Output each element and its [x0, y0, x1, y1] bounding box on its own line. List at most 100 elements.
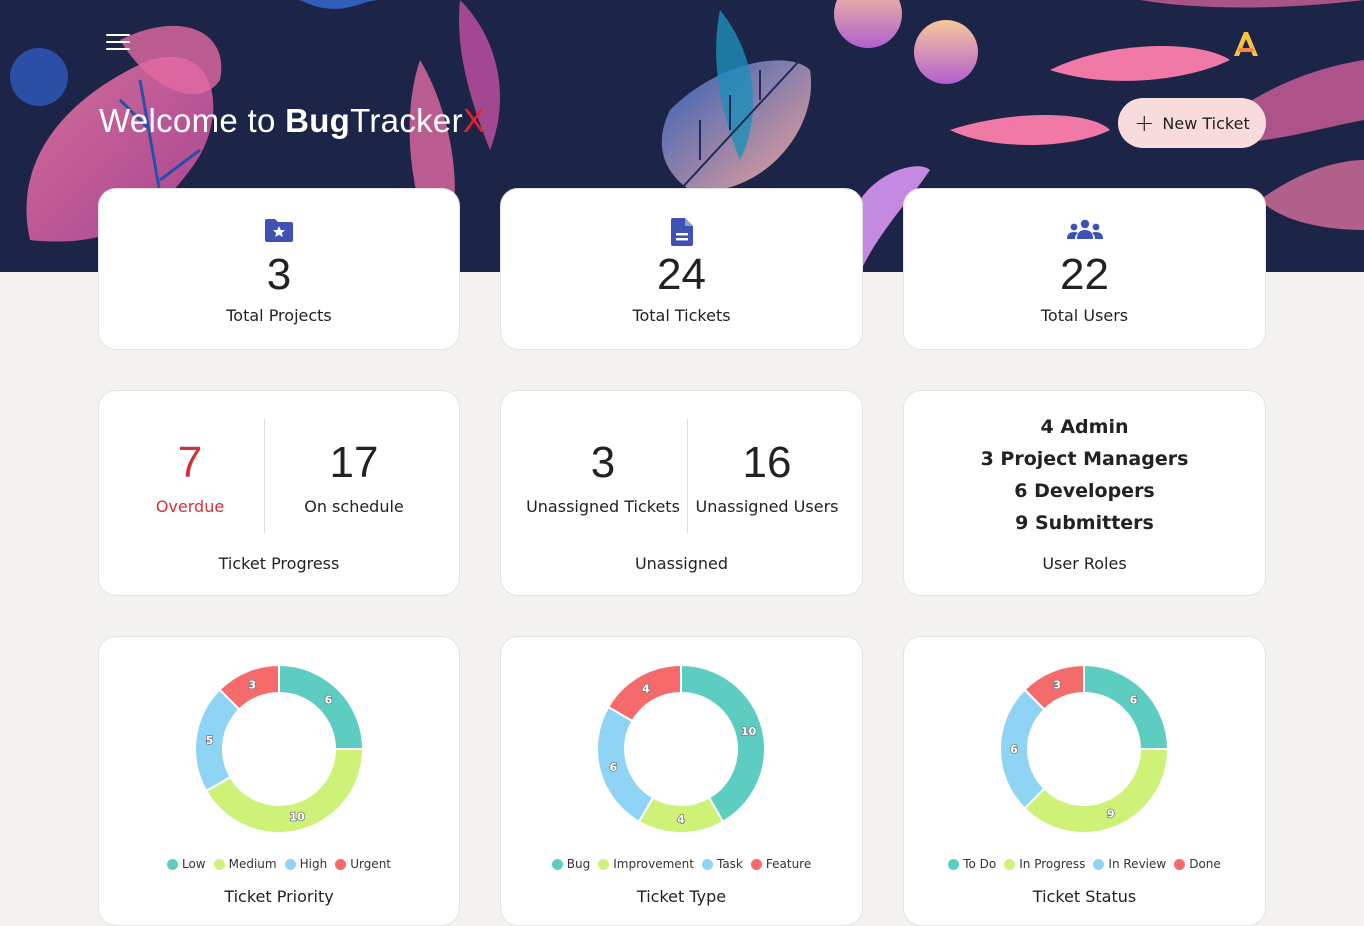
legend-dot	[948, 858, 960, 870]
ticket-priority-chart-card: 6 10 5 3 Low Medium High Urgent Ticket Priorit…	[98, 636, 460, 926]
legend-label: Bug	[566, 857, 591, 871]
overdue-value: 7	[177, 438, 203, 487]
legend-item-in-review[interactable]: In Review	[1093, 857, 1166, 871]
on-schedule-label: On schedule	[304, 497, 404, 516]
role-admin: 4 Admin	[1040, 416, 1129, 438]
stat-value: 24	[657, 250, 706, 299]
chart-legend: Low Medium High Urgent	[99, 857, 459, 873]
slice-value-label: 6	[610, 761, 618, 774]
card-title: Ticket Progress	[218, 554, 340, 573]
unassigned-users-label: Unassigned Users	[695, 497, 839, 516]
legend-label: Improvement	[613, 857, 694, 871]
legend-dot	[1174, 858, 1186, 870]
legend-label: In Progress	[1019, 857, 1086, 871]
slice-value-label: 4	[677, 813, 685, 826]
donut-slice-task[interactable]	[596, 705, 655, 824]
stat-value: 3	[266, 250, 292, 299]
donut-slice-bug[interactable]	[680, 663, 766, 824]
unassigned-card: 3 Unassigned Tickets 16 Unassigned Users…	[500, 390, 863, 596]
ticket-type-chart-card: 10 4 6 4 Bug Improvement Task Feature Ticket T…	[500, 636, 863, 926]
slice-value-label: 3	[1053, 678, 1061, 691]
slice-value-label: 6	[1010, 743, 1018, 756]
donut-slice-to-do[interactable]	[1083, 663, 1170, 750]
divider	[687, 419, 688, 533]
document-icon	[670, 218, 693, 246]
brand-bold: Bug	[285, 102, 351, 139]
legend-label: Done	[1189, 857, 1221, 871]
slice-value-label: 5	[206, 734, 214, 747]
legend-dot	[701, 858, 713, 870]
ticket-status-chart-card: 6 9 6 3 To Do In Progress In Review Done Ticke…	[903, 636, 1266, 926]
plus-icon: +	[1134, 109, 1155, 137]
overdue-label: Overdue	[155, 497, 225, 516]
legend-dot	[1004, 858, 1016, 870]
legend-dot	[213, 858, 225, 870]
users-group-icon	[1066, 219, 1103, 239]
ticket-priority-donut: 6 10 5 3	[194, 663, 365, 834]
card-title: User Roles	[1042, 554, 1127, 573]
slice-value-label: 3	[248, 678, 256, 691]
legend-label: High	[299, 857, 328, 871]
stat-label: Total Tickets	[632, 306, 731, 325]
hamburger-menu-icon[interactable]	[106, 34, 130, 54]
brand-accent: X	[462, 102, 486, 139]
legend-item-urgent[interactable]: Urgent	[335, 857, 391, 871]
slice-value-label: 10	[289, 811, 305, 824]
unassigned-users-value: 16	[742, 438, 792, 487]
legend-label: Feature	[765, 857, 812, 871]
legend-label: Low	[181, 857, 206, 871]
stat-label: Total Users	[1040, 306, 1129, 325]
new-ticket-label: New Ticket	[1162, 113, 1250, 133]
legend-item-high[interactable]: High	[284, 857, 328, 871]
stat-card-projects: 3 Total Projects	[98, 188, 460, 350]
legend-item-medium[interactable]: Medium	[213, 857, 277, 871]
legend-item-to-do[interactable]: To Do	[948, 857, 996, 871]
card-title: Unassigned	[634, 554, 729, 573]
donut-slice-in-progress[interactable]	[1023, 748, 1170, 834]
legend-label: In Review	[1108, 857, 1167, 871]
ticket-type-donut: 10 4 6 4	[596, 663, 766, 834]
slice-value-label: 6	[325, 694, 333, 707]
legend-dot	[551, 858, 563, 870]
donut-slice-medium[interactable]	[204, 748, 365, 834]
welcome-prefix: Welcome to	[99, 102, 286, 139]
stat-card-tickets: 24 Total Tickets	[500, 188, 863, 350]
legend-item-done[interactable]: Done	[1174, 857, 1221, 871]
new-ticket-button[interactable]: + New Ticket	[1118, 98, 1266, 148]
legend-item-task[interactable]: Task	[701, 857, 743, 871]
slice-value-label: 4	[642, 682, 650, 695]
legend-label: To Do	[963, 857, 997, 871]
role-project-managers: 3 Project Managers	[980, 448, 1189, 470]
ticket-status-donut: 6 9 6 3	[999, 663, 1170, 834]
legend-dot	[166, 858, 178, 870]
role-developers: 6 Developers	[1014, 480, 1155, 502]
donut-slice-low[interactable]	[278, 663, 365, 750]
legend-label: Task	[716, 857, 743, 871]
ticket-progress-card: 7 Overdue 17 On schedule Ticket Progress	[98, 390, 460, 596]
unassigned-tickets-value: 3	[590, 438, 616, 487]
legend-item-low[interactable]: Low	[166, 857, 206, 871]
user-roles-card: 4 Admin 3 Project Managers 6 Developers …	[903, 390, 1266, 596]
folder-star-icon	[265, 219, 293, 242]
legend-item-bug[interactable]: Bug	[551, 857, 591, 871]
stat-card-users: 22 Total Users	[903, 188, 1266, 350]
slice-value-label: 6	[1130, 694, 1138, 707]
legend-item-improvement[interactable]: Improvement	[598, 857, 694, 871]
page-title: Welcome to BugTrackerX	[99, 102, 485, 140]
brand-regular: Tracker	[350, 102, 463, 139]
on-schedule-value: 17	[329, 438, 379, 487]
stat-label: Total Projects	[226, 306, 332, 325]
legend-dot	[284, 858, 296, 870]
legend-dot	[750, 858, 762, 870]
chart-legend: To Do In Progress In Review Done	[904, 857, 1265, 873]
unassigned-tickets-label: Unassigned Tickets	[526, 497, 680, 516]
donut-slice-high[interactable]	[194, 688, 241, 793]
legend-item-feature[interactable]: Feature	[750, 857, 812, 871]
role-submitters: 9 Submitters	[1015, 512, 1154, 534]
app-logo-icon	[1234, 32, 1258, 56]
legend-label: Medium	[228, 857, 277, 871]
chart-title: Ticket Status	[1032, 887, 1137, 906]
donut-slice-in-review[interactable]	[999, 688, 1046, 810]
legend-label: Urgent	[350, 857, 392, 871]
legend-item-in-progress[interactable]: In Progress	[1004, 857, 1085, 871]
